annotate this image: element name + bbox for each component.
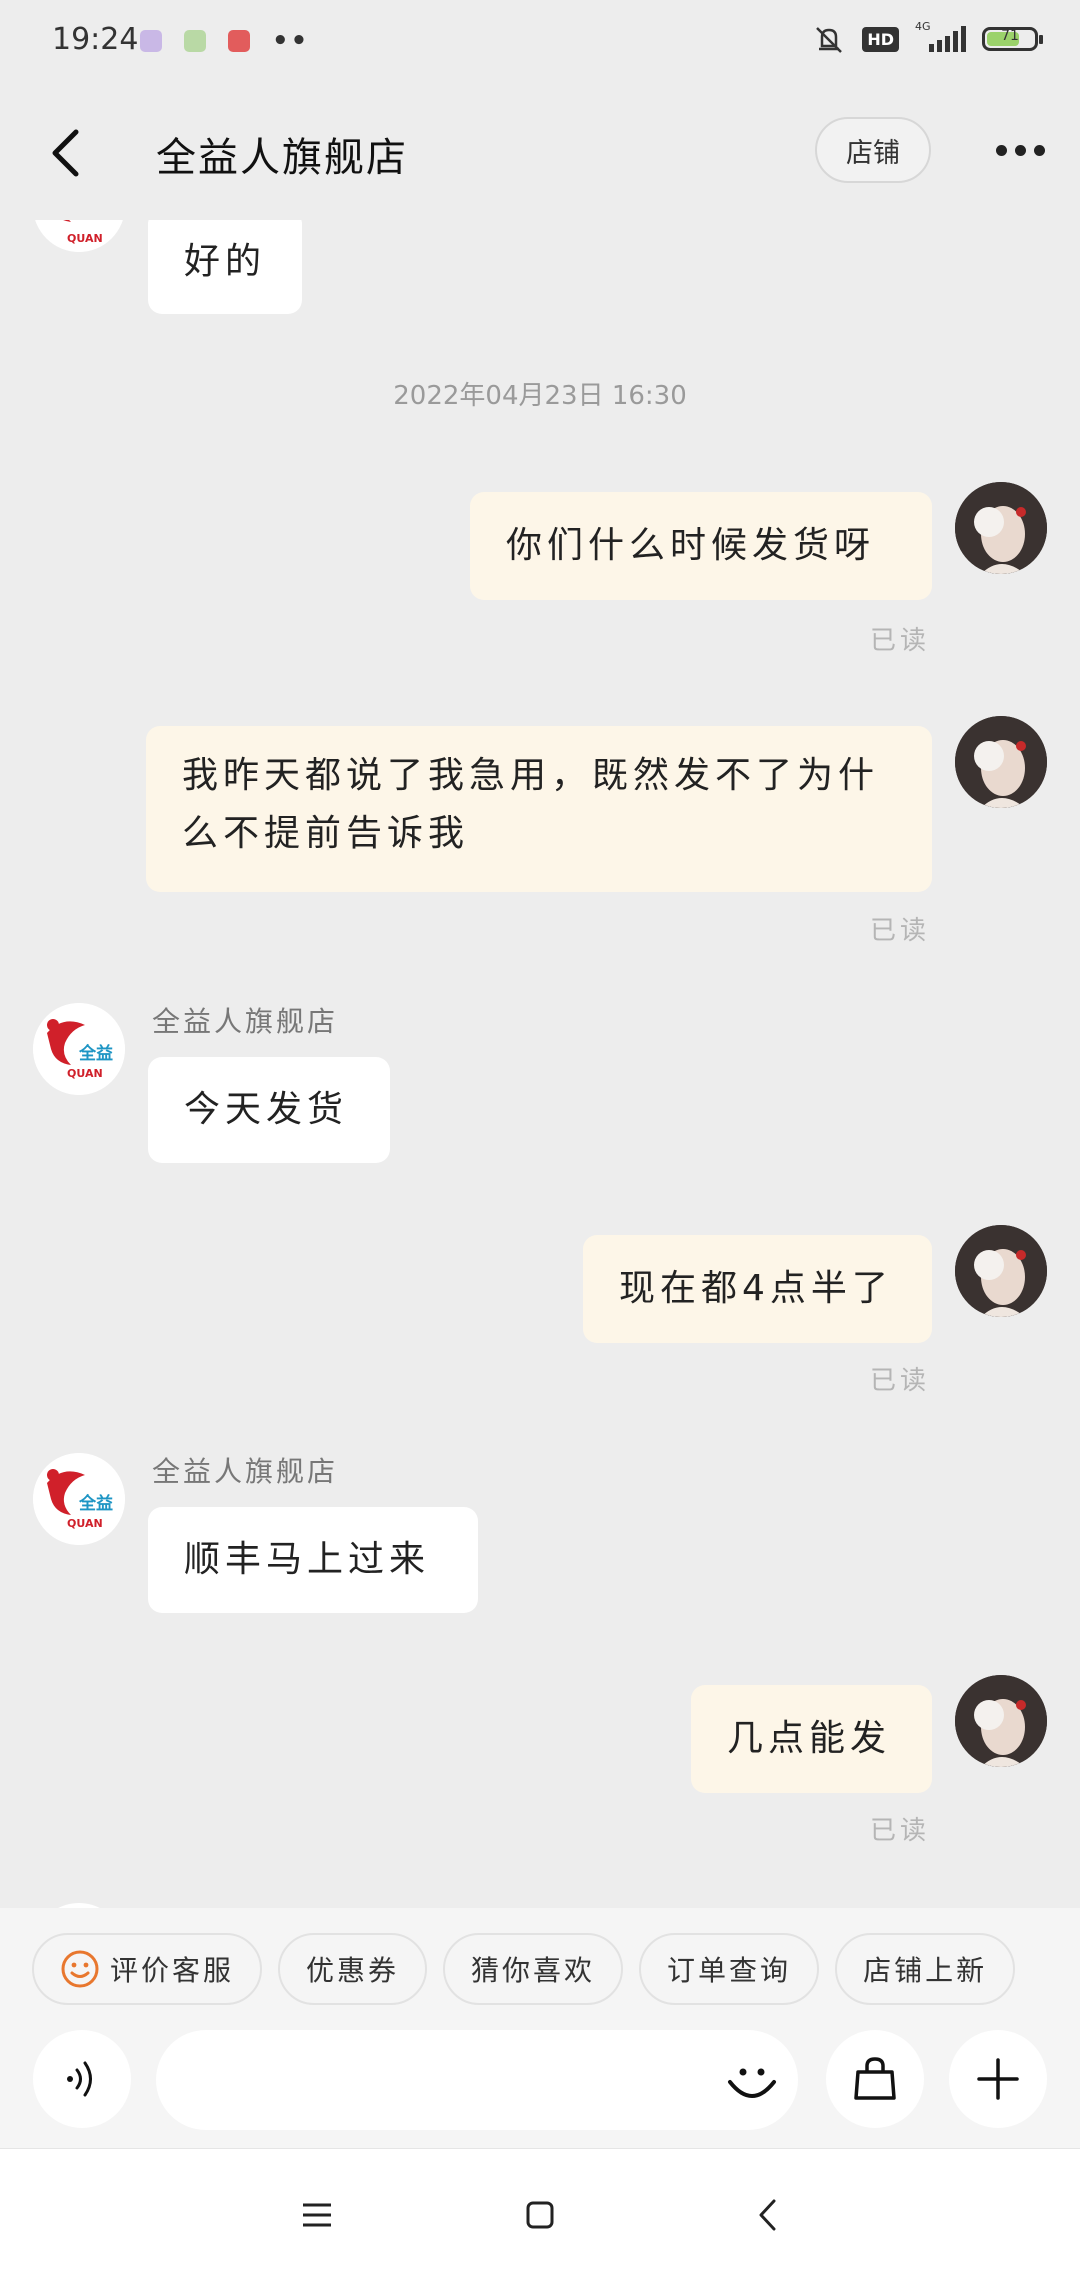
message-bubble-outgoing[interactable]: 你们什么时候发货呀 — [470, 492, 932, 600]
message-text: 顺丰马上过来 — [184, 1539, 431, 1580]
message-text: 今天发货 — [184, 1089, 349, 1130]
hd-voice-icon: HD — [862, 26, 899, 52]
message-bubble-outgoing[interactable]: 现在都4点半了 — [583, 1235, 932, 1343]
message-text: 几点能发 — [727, 1718, 892, 1759]
user-avatar[interactable] — [955, 716, 1047, 808]
message-bubble-outgoing[interactable]: 我昨天都说了我急用，既然发不了为什么不提前告诉我 — [146, 726, 932, 892]
battery-icon: 71 — [982, 27, 1043, 51]
message-text: 现在都4点半了 — [619, 1268, 893, 1309]
user-avatar[interactable] — [955, 1675, 1047, 1767]
user-avatar[interactable] — [955, 1225, 1047, 1317]
system-back-button[interactable] — [738, 2189, 798, 2241]
chip-label: 优惠券 — [306, 1954, 400, 1987]
sender-name: 全益人旗舰店 — [152, 1005, 339, 1038]
more-notifications-icon: •• — [272, 26, 310, 56]
quick-action-bar: 评价客服 优惠券 猜你喜欢 订单查询 店铺上新 — [32, 1933, 1016, 2005]
system-icons: HD 4G 71 — [812, 20, 1043, 56]
shop-avatar[interactable]: 全益 QUAN — [33, 1453, 125, 1545]
notification-icons: •• — [140, 26, 309, 56]
sender-name: 全益人旗舰店 — [152, 1455, 339, 1488]
home-button[interactable] — [510, 2189, 570, 2241]
status-time: 19:24 — [52, 22, 139, 57]
quick-action-new-arrivals[interactable]: 店铺上新 — [835, 1933, 1016, 2005]
read-receipt: 已读 — [869, 1816, 930, 1846]
shop-bag-button[interactable] — [826, 2030, 924, 2128]
read-receipt: 已读 — [869, 1366, 930, 1396]
message-input[interactable] — [156, 2030, 798, 2130]
chip-label: 猜你喜欢 — [471, 1954, 596, 1987]
network-type: 4G — [915, 20, 931, 33]
message-bubble-outgoing[interactable]: 几点能发 — [691, 1685, 932, 1793]
square-icon — [526, 2201, 554, 2229]
shop-avatar[interactable]: 全益 QUAN — [33, 1003, 125, 1095]
signal-icon: 4G — [915, 20, 966, 52]
message-bubble-incoming[interactable]: 顺丰马上过来 — [148, 1507, 478, 1613]
app-notification-icon — [184, 30, 206, 52]
shopping-bag-icon — [854, 2057, 896, 2100]
battery-level: 71 — [1001, 28, 1019, 44]
message-text: 我昨天都说了我急用，既然发不了为什么不提前告诉我 — [182, 755, 880, 854]
svg-text:全益: 全益 — [78, 1493, 113, 1514]
dot — [1033, 144, 1045, 156]
quick-action-recommendations[interactable]: 猜你喜欢 — [443, 1933, 624, 2005]
more-actions-button[interactable] — [949, 2030, 1047, 2128]
message-text: 好的 — [184, 241, 267, 282]
voice-icon — [67, 2061, 92, 2097]
user-avatar[interactable] — [955, 482, 1047, 574]
shop-avatar[interactable]: QUAN — [33, 220, 125, 252]
chevron-left-icon — [759, 2199, 776, 2231]
chat-messages[interactable]: QUAN 好的 2022年04月23日 16:30 你们什么时候发货呀 已读 我… — [0, 220, 1080, 1910]
more-options-button[interactable] — [985, 125, 1055, 175]
message-bubble-incoming[interactable]: 好的 — [148, 220, 302, 314]
read-receipt: 已读 — [869, 916, 930, 946]
dot — [995, 144, 1007, 156]
bottom-toolbar: 评价客服 优惠券 猜你喜欢 订单查询 店铺上新 — [0, 1908, 1080, 2148]
svg-text:QUAN: QUAN — [67, 1067, 103, 1080]
chip-label: 订单查询 — [667, 1954, 792, 1987]
svg-text:QUAN: QUAN — [67, 232, 103, 245]
mute-icon — [816, 27, 843, 53]
status-bar: 19:24 •• HD 4G 71 — [0, 0, 1080, 85]
app-notification-icon — [228, 30, 250, 52]
app-notification-icon — [140, 30, 162, 52]
message-bubble-incoming[interactable]: 今天发货 — [148, 1057, 390, 1163]
page-title: 全益人旗舰店 — [156, 135, 408, 181]
quick-action-rate-service[interactable]: 评价客服 — [32, 1933, 263, 2005]
svg-text:QUAN: QUAN — [67, 1517, 103, 1530]
recent-apps-button[interactable] — [287, 2189, 347, 2241]
quick-action-order-lookup[interactable]: 订单查询 — [639, 1933, 820, 2005]
quick-action-coupons[interactable]: 优惠券 — [278, 1933, 428, 2005]
emoji-icon — [728, 2068, 776, 2098]
message-text: 你们什么时候发货呀 — [506, 525, 876, 566]
svg-text:全益: 全益 — [78, 1043, 113, 1064]
emoji-button[interactable] — [716, 2046, 788, 2118]
message-input-row — [0, 2030, 1080, 2140]
smile-icon — [61, 1950, 99, 1988]
chip-label: 店铺上新 — [863, 1954, 988, 1987]
chat-header: 全益人旗舰店 店铺 — [0, 85, 1080, 220]
system-navigation-bar — [0, 2148, 1080, 2281]
plus-icon — [977, 2058, 1019, 2100]
dot — [1014, 144, 1026, 156]
shop-button[interactable]: 店铺 — [815, 117, 931, 183]
voice-input-button[interactable] — [33, 2030, 131, 2128]
chevron-left-icon — [52, 129, 79, 177]
chip-label: 评价客服 — [110, 1954, 235, 1987]
message-timestamp: 2022年04月23日 16:30 — [393, 381, 687, 411]
back-button[interactable] — [40, 123, 90, 183]
menu-icon — [303, 2203, 331, 2227]
read-receipt: 已读 — [869, 626, 930, 656]
